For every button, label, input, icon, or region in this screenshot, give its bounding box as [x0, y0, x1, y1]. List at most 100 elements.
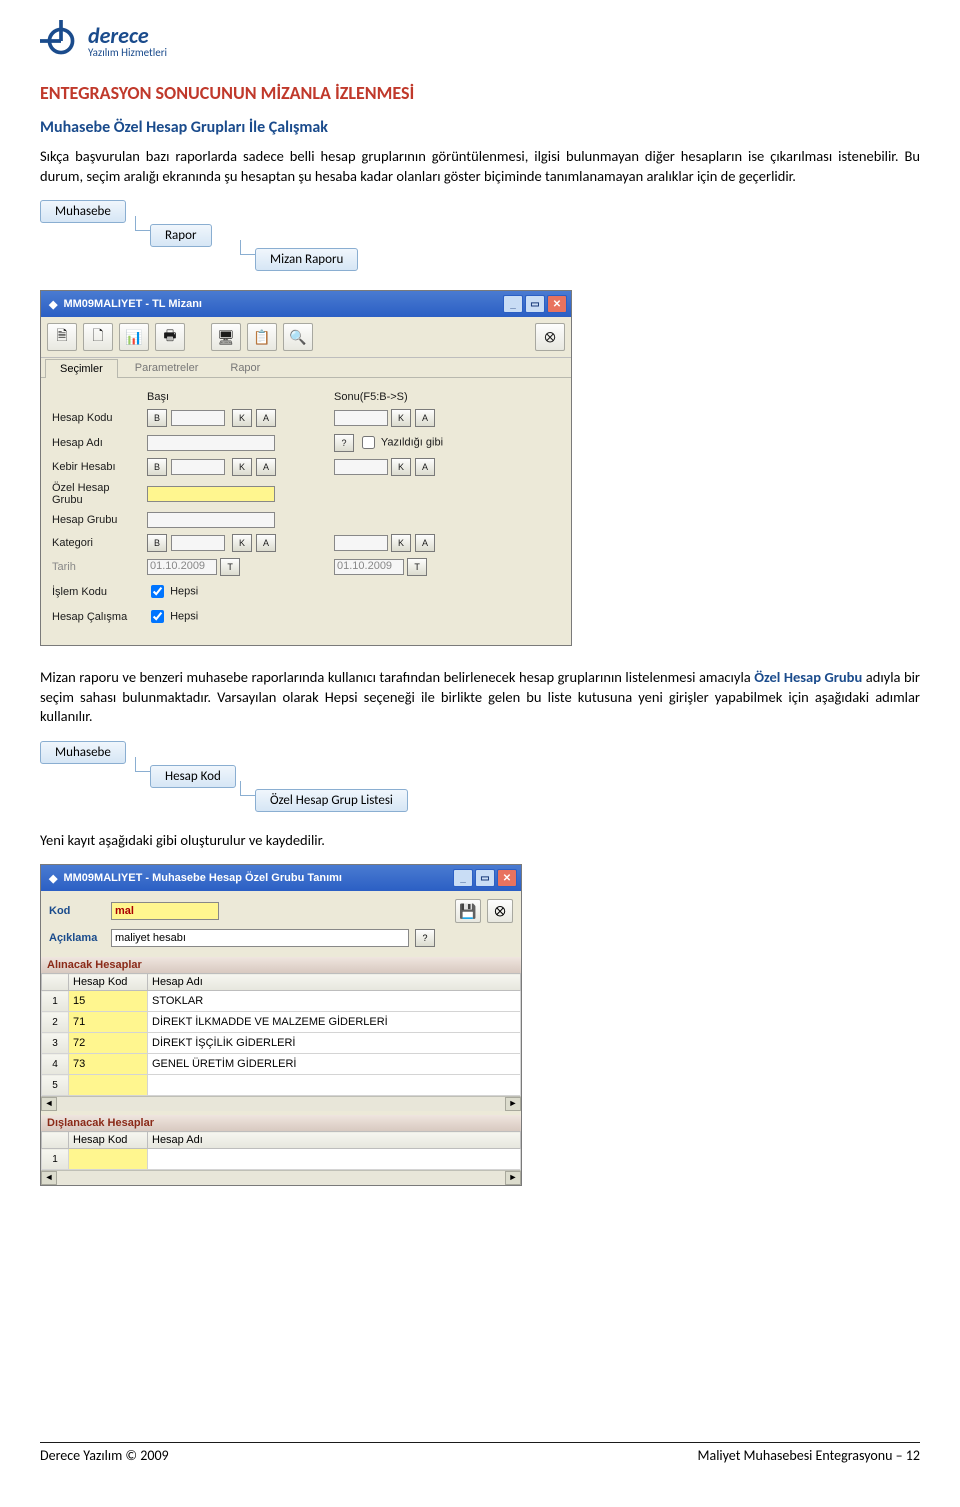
maximize-button-2[interactable]: ▭ — [475, 869, 495, 887]
yazildigi-label: Yazıldığı gibi — [381, 437, 443, 449]
picker-k5[interactable]: K — [232, 534, 252, 552]
help-button-2[interactable]: ? — [415, 929, 435, 947]
kebir-basi-input[interactable] — [171, 459, 225, 475]
toolbar-btn-2[interactable]: 🗋 — [83, 323, 113, 351]
breadcrumb-2: Muhasebe Hesap Kod Özel Hesap Grup Liste… — [40, 741, 920, 813]
tab-parametreler[interactable]: Parametreler — [120, 358, 214, 377]
picker-b3[interactable]: B — [147, 534, 167, 552]
footer-right: Maliyet Muhasebesi Entegrasyonu – 12 — [698, 1447, 920, 1464]
grup-titlebar: ◆ MM09MALIYET - Muhasebe Hesap Özel Grub… — [41, 865, 521, 891]
kod-input[interactable] — [111, 902, 219, 920]
paragraph-3: Yeni kayıt aşağıdaki gibi oluşturulur ve… — [40, 831, 920, 851]
grup-tanimi-window: ◆ MM09MALIYET - Muhasebe Hesap Özel Grub… — [40, 864, 522, 1186]
page-subtitle: Muhasebe Özel Hesap Grupları İle Çalışma… — [40, 118, 920, 137]
toolbar-btn-4[interactable]: 🖶 — [155, 323, 185, 351]
lbl-hesap-adi: Hesap Adı — [51, 432, 146, 453]
kategori-sonu-input[interactable] — [334, 535, 388, 551]
grid-col-adi: Hesap Adı — [148, 974, 521, 991]
picker-k4[interactable]: K — [391, 458, 411, 476]
tarih-sonu-input[interactable]: 01.10.2009 — [334, 559, 404, 575]
picker-k3[interactable]: K — [232, 458, 252, 476]
toolbar-btn-5[interactable]: 🖥 — [211, 323, 241, 351]
page-title: ENTEGRASYON SONUCUNUN MİZANLA İZLENMESİ — [40, 82, 920, 104]
close-button[interactable]: ✕ — [547, 295, 567, 313]
page-footer: Derece Yazılım © 2009 Maliyet Muhasebesi… — [40, 1442, 920, 1464]
kod-label: Kod — [49, 905, 105, 917]
table-row[interactable]: 115STOKLAR — [42, 991, 521, 1012]
yazildigi-checkbox[interactable] — [362, 436, 375, 449]
lbl-islem-kodu: İşlem Kodu — [51, 581, 146, 602]
mizan-title: MM09MALIYET - TL Mizanı — [63, 298, 202, 310]
toolbar-btn-6[interactable]: 📋 — [247, 323, 277, 351]
picker-a5[interactable]: A — [256, 534, 276, 552]
picker-a4[interactable]: A — [415, 458, 435, 476]
lbl-kebir: Kebir Hesabı — [51, 457, 146, 477]
hesap-kodu-sonu-input[interactable] — [334, 410, 388, 426]
grid-col-kod-b: Hesap Kod — [69, 1132, 148, 1149]
table-row[interactable]: 5 — [42, 1075, 521, 1096]
alinacak-grid: Hesap Kod Hesap Adı 115STOKLAR271DİREKT … — [41, 973, 521, 1096]
exit-button-2[interactable]: ⭙ — [487, 899, 513, 923]
scrollbar-b[interactable]: ◄► — [41, 1170, 521, 1185]
paragraph-2: Mizan raporu ve benzeri muhasebe raporla… — [40, 668, 920, 727]
mizan-window: ◆ MM09MALIYET - TL Mizanı _ ▭ ✕ 🗎 🗋 📊 🖶 … — [40, 290, 572, 646]
picker-a6[interactable]: A — [415, 534, 435, 552]
toolbar-btn-3[interactable]: 📊 — [119, 323, 149, 351]
bc2-c: Özel Hesap Grup Listesi — [255, 789, 408, 812]
kebir-sonu-input[interactable] — [334, 459, 388, 475]
picker-a2[interactable]: A — [415, 409, 435, 427]
lbl-hesap-kodu: Hesap Kodu — [51, 408, 146, 428]
picker-k2[interactable]: K — [391, 409, 411, 427]
close-button-2[interactable]: ✕ — [497, 869, 517, 887]
footer-left: Derece Yazılım © 2009 — [40, 1447, 169, 1464]
paragraph-1: Sıkça başvurulan bazı raporlarda sadece … — [40, 147, 920, 186]
aciklama-label: Açıklama — [49, 932, 105, 944]
company-logo: derece Yazılım Hizmetleri — [40, 20, 920, 62]
alinacak-header: Alınacak Hesaplar — [41, 957, 521, 973]
toolbar-exit-button[interactable]: ⭙ — [535, 323, 565, 351]
maximize-button[interactable]: ▭ — [525, 295, 545, 313]
toolbar-btn-1[interactable]: 🗎 — [47, 323, 77, 351]
tarih-basi-input[interactable]: 01.10.2009 — [147, 559, 217, 575]
picker-a[interactable]: A — [256, 409, 276, 427]
app-icon: ◆ — [49, 298, 57, 311]
help-button[interactable]: ? — [334, 434, 354, 452]
tab-secimler[interactable]: Seçimler — [45, 359, 118, 378]
picker-k[interactable]: K — [232, 409, 252, 427]
minimize-button[interactable]: _ — [503, 295, 523, 313]
save-button[interactable]: 💾 — [455, 899, 481, 923]
grup-title: MM09MALIYET - Muhasebe Hesap Özel Grubu … — [63, 872, 342, 884]
table-row[interactable]: 1 — [42, 1149, 521, 1170]
logo-mark-icon — [40, 20, 82, 62]
islem-kodu-hepsi-checkbox[interactable] — [151, 585, 164, 598]
minimize-button-2[interactable]: _ — [453, 869, 473, 887]
picker-a3[interactable]: A — [256, 458, 276, 476]
hesap-adi-input[interactable] — [147, 435, 275, 451]
lbl-ozel-grup: Özel Hesap Grubu — [51, 481, 146, 507]
hesap-calisma-hepsi-checkbox[interactable] — [151, 610, 164, 623]
kategori-basi-input[interactable] — [171, 535, 225, 551]
bc1-b: Rapor — [150, 224, 212, 247]
picker-t2[interactable]: T — [407, 558, 427, 576]
picker-t1[interactable]: T — [220, 558, 240, 576]
aciklama-input[interactable] — [111, 929, 409, 947]
picker-b[interactable]: B — [147, 409, 167, 427]
lbl-kategori: Kategori — [51, 533, 146, 553]
hesap-grubu-input[interactable] — [147, 512, 275, 528]
grid-col-adi-b: Hesap Adı — [148, 1132, 521, 1149]
mizan-tabs: Seçimler Parametreler Rapor — [41, 358, 571, 378]
scrollbar-a[interactable]: ◄► — [41, 1096, 521, 1111]
table-row[interactable]: 271DİREKT İLKMADDE VE MALZEME GİDERLERİ — [42, 1012, 521, 1033]
picker-b2[interactable]: B — [147, 458, 167, 476]
bc1-c: Mizan Raporu — [255, 248, 358, 271]
ozel-hesap-grubu-select[interactable] — [147, 486, 275, 502]
toolbar-btn-7[interactable]: 🔍 — [283, 323, 313, 351]
picker-k6[interactable]: K — [391, 534, 411, 552]
bc2-a: Muhasebe — [40, 741, 126, 764]
hesap-kodu-basi-input[interactable] — [171, 410, 225, 426]
table-row[interactable]: 372DİREKT İŞÇİLİK GİDERLERİ — [42, 1033, 521, 1054]
lbl-hesap-calisma: Hesap Çalışma — [51, 606, 146, 627]
tab-rapor[interactable]: Rapor — [215, 358, 275, 377]
table-row[interactable]: 473GENEL ÜRETİM GİDERLERİ — [42, 1054, 521, 1075]
logo-tagline: Yazılım Hizmetleri — [88, 47, 167, 58]
